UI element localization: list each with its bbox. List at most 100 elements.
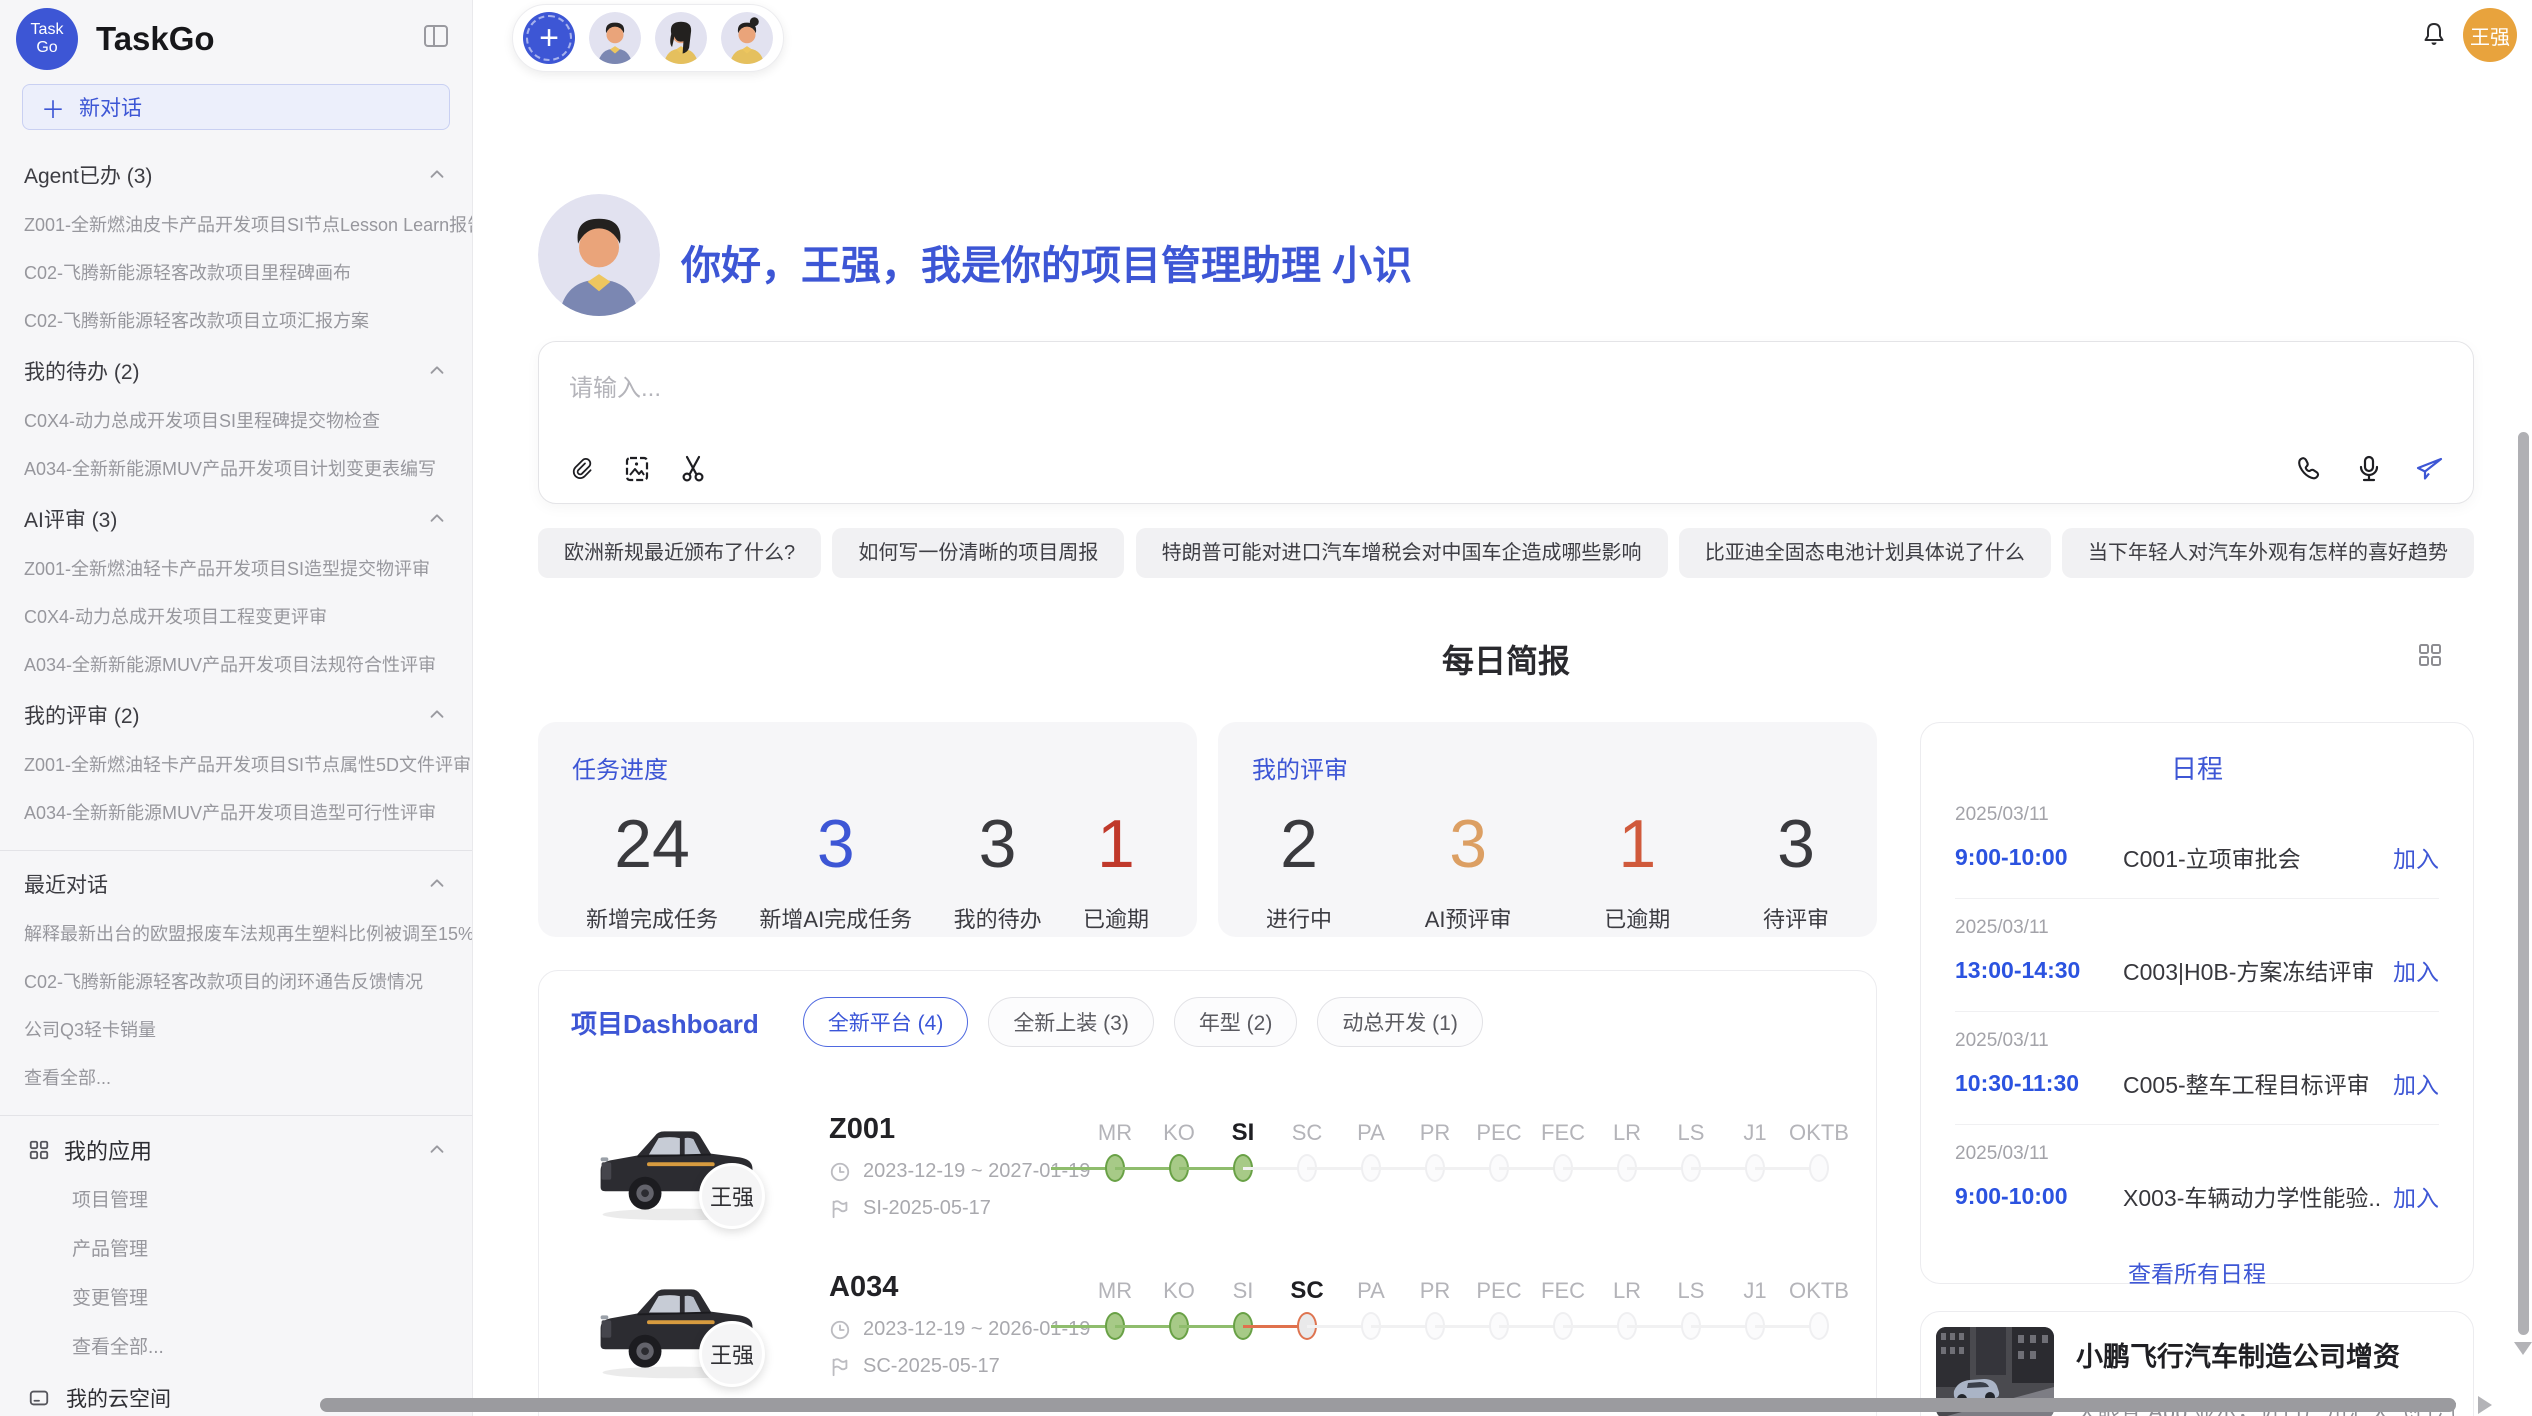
sidebar-item[interactable]: A034-全新新能源MUV产品开发项目法规符合性评审 [0,640,472,688]
sidebar-section-header[interactable]: AI评审 (3) [0,492,472,544]
suggestion-chip[interactable]: 欧洲新规最近颁布了什么? [538,528,821,578]
view-all-schedule-link[interactable]: 查看所有日程 [1955,1255,2439,1289]
scroll-right-arrow-icon[interactable] [2478,1396,2492,1414]
event-time: 13:00-14:30 [1955,957,2123,984]
milestone-label: LR [1595,1273,1659,1309]
assistant-avatar [538,194,660,316]
sidebar-item[interactable]: Z001-全新燃油轻卡产品开发项目SI节点属性5D文件评审 [0,740,472,788]
phone-icon[interactable] [2293,453,2325,485]
milestone-label: PR [1403,1273,1467,1309]
join-button[interactable]: 加入 [2393,1179,2439,1213]
project-row[interactable]: 王强A0342023-12-19 ~ 2026-01-19SC-2025-05-… [571,1265,1852,1415]
event-name: C005-整车工程目标评审 [2123,1066,2381,1100]
add-conversation-button[interactable]: + [523,12,575,64]
milestone-label: SC [1275,1273,1339,1309]
stat-value: 2 [1266,809,1332,880]
recent-conversations-header[interactable]: 最近对话 [0,857,472,909]
scroll-down-arrow-icon[interactable] [2514,1342,2532,1355]
conversation-avatar[interactable] [589,12,641,64]
stat-value: 1 [1604,809,1670,880]
project-code: A034 [829,1271,1090,1304]
join-button[interactable]: 加入 [2393,1066,2439,1100]
schedule-event: 2025/03/1110:30-11:30C005-整车工程目标评审加入 [1955,1012,2439,1125]
user-avatar[interactable]: 王强 [2463,8,2517,62]
recent-conversation-item[interactable]: C02-飞腾新能源轻客改款项目的闭环通告反馈情况 [0,957,472,1005]
suggestion-chip[interactable]: 当下年轻人对汽车外观有怎样的喜好趋势 [2062,528,2474,578]
dashboard-tab[interactable]: 全新平台 (4) [803,997,969,1047]
sidebar-item[interactable]: Z001-全新燃油皮卡产品开发项目SI节点Lesson Learn报告 [0,200,472,248]
suggestion-chip[interactable]: 比亚迪全固态电池计划具体说了什么 [1679,528,2051,578]
mic-icon[interactable] [2353,453,2385,485]
project-flag: SI-2025-05-17 [863,1197,991,1220]
paperclip-icon[interactable] [565,453,597,485]
schedule-event: 2025/03/119:00-10:00X003-车辆动力学性能验...加入 [1955,1125,2439,1237]
flag-icon [829,1198,851,1220]
join-button[interactable]: 加入 [2393,840,2439,874]
dashboard-tab[interactable]: 年型 (2) [1174,997,1298,1047]
milestone-label: FEC [1531,1273,1595,1309]
image-icon[interactable] [621,453,653,485]
stat-label: 已逾期 [1083,902,1149,934]
milestone-label: PA [1339,1115,1403,1151]
dashboard-tabs: 全新平台 (4) 全新上装 (3) 年型 (2) 动总开发 (1) [803,997,1483,1047]
milestone-track: MRKOSISCPAPRPECFECLRLSJ1OKTB [1083,1115,1851,1191]
app-item[interactable]: 变更管理 [0,1272,472,1321]
divider [0,1115,472,1116]
card-title: 任务进度 [572,750,1163,785]
stat: 1 已逾期 [1083,809,1149,934]
sidebar-item[interactable]: C0X4-动力总成开发项目SI里程碑提交物检查 [0,396,472,444]
recent-conversation-item[interactable]: 解释最新出台的欧盟报废车法规再生塑料比例被调至15%... [0,909,472,957]
dashboard-tab[interactable]: 动总开发 (1) [1317,997,1483,1047]
stat-label: 待评审 [1763,902,1829,934]
chevron-up-icon [426,508,448,530]
project-row[interactable]: 王强Z0012023-12-19 ~ 2027-01-19SI-2025-05-… [571,1107,1852,1257]
sidebar-section-header[interactable]: 我的待办 (2) [0,344,472,396]
project-owner-avatar: 王强 [699,1163,765,1229]
stat-value: 1 [1083,809,1149,880]
sidebar-item[interactable]: Z001-全新燃油轻卡产品开发项目SI造型提交物评审 [0,544,472,592]
sidebar-item[interactable]: C02-飞腾新能源轻客改款项目立项汇报方案 [0,296,472,344]
vertical-scrollbar[interactable] [2518,432,2529,1335]
scissors-icon[interactable] [677,453,709,485]
recent-conversation-item[interactable]: 查看全部... [0,1053,472,1101]
milestone-label: J1 [1723,1273,1787,1309]
widgets-icon[interactable] [2416,640,2444,668]
chevron-up-icon [426,873,448,895]
app-item[interactable]: 查看全部... [0,1321,472,1370]
milestone-label: LS [1659,1273,1723,1309]
new-chat-button[interactable]: ＋ 新对话 [22,84,450,130]
milestone-track: MRKOSISCPAPRPECFECLRLSJ1OKTB [1083,1273,1851,1349]
event-date: 2025/03/11 [1955,917,2439,939]
plus-icon: ＋ [41,90,65,125]
app-item[interactable]: 产品管理 [0,1223,472,1272]
dashboard-tab[interactable]: 全新上装 (3) [988,997,1154,1047]
join-button[interactable]: 加入 [2393,953,2439,987]
bell-icon[interactable] [2418,19,2450,51]
milestone-label: PEC [1467,1115,1531,1151]
app-item[interactable]: 项目管理 [0,1174,472,1223]
conversation-avatar[interactable] [721,12,773,64]
sidebar-item[interactable]: C0X4-动力总成开发项目工程变更评审 [0,592,472,640]
project-owner-avatar: 王强 [699,1321,765,1387]
sidebar-item-my-apps[interactable]: 我的应用 [0,1122,472,1174]
sidebar-section-header[interactable]: Agent已办 (3) [0,148,472,200]
suggestion-chip[interactable]: 特朗普可能对进口汽车增税会对中国车企造成哪些影响 [1136,528,1668,578]
recent-conversation-item[interactable]: 公司Q3轻卡销量 [0,1005,472,1053]
milestone-label: MR [1083,1115,1147,1151]
sidebar-item[interactable]: C02-飞腾新能源轻客改款项目里程碑画布 [0,248,472,296]
sidebar-section-header[interactable]: 我的评审 (2) [0,688,472,740]
send-icon[interactable] [2413,453,2445,485]
conversation-avatar[interactable] [655,12,707,64]
suggestion-chip[interactable]: 如何写一份清晰的项目周报 [832,528,1124,578]
sidebar-collapse-icon[interactable] [422,22,450,50]
event-time: 9:00-10:00 [1955,844,2123,871]
composer-input[interactable]: 请输入... [569,368,2443,403]
sidebar-item[interactable]: A034-全新新能源MUV产品开发项目造型可行性评审 [0,788,472,836]
stat-value: 3 [759,809,912,880]
stat: 3我的待办 [954,809,1042,934]
sidebar-item[interactable]: A034-全新新能源MUV产品开发项目计划变更表编写 [0,444,472,492]
horizontal-scrollbar[interactable] [320,1398,2456,1412]
event-name: X003-车辆动力学性能验... [2123,1179,2381,1213]
milestone-label: MR [1083,1273,1147,1309]
event-name: C003|H0B-方案冻结评审 [2123,953,2381,987]
